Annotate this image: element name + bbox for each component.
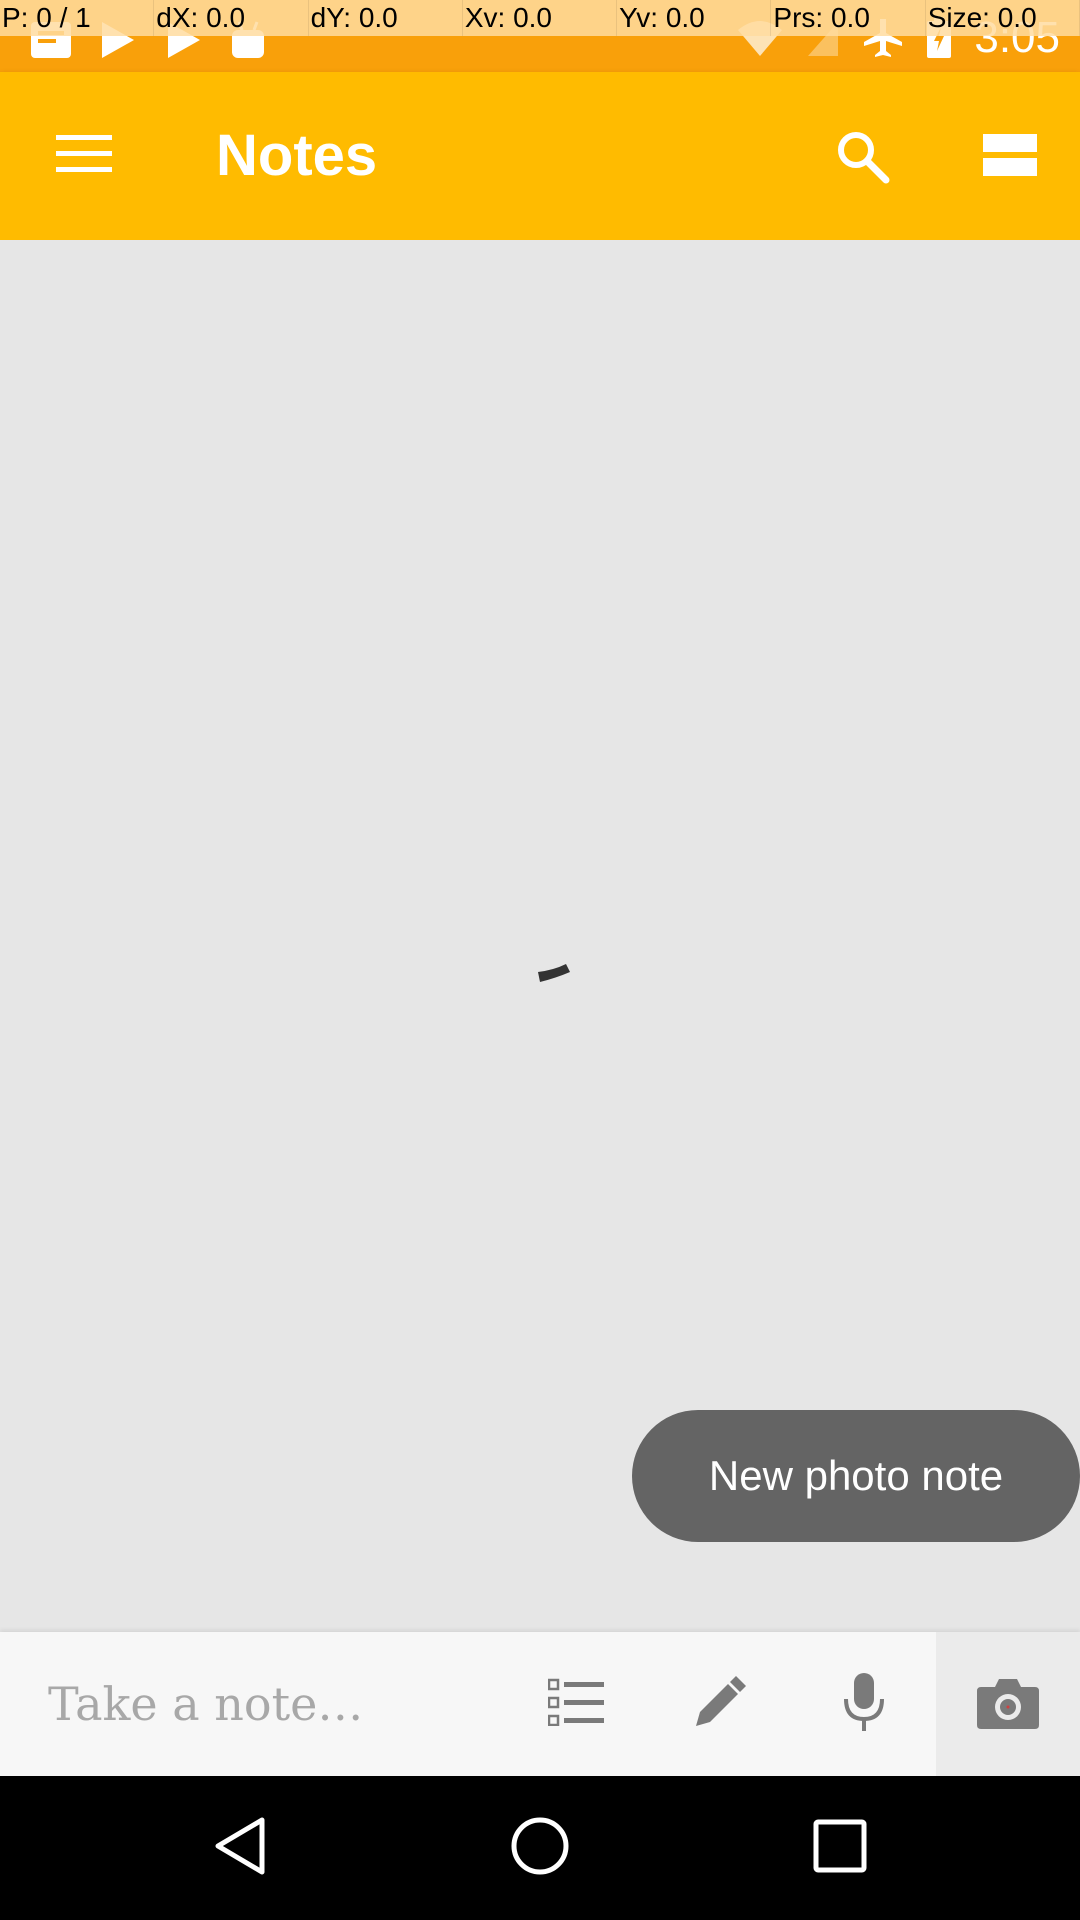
pointer-info-prs: Prs: 0.0 bbox=[771, 0, 926, 36]
pointer-location-overlay: P: 0 / 1 dX: 0.0 dY: 0.0 Xv: 0.0 Yv: 0.0… bbox=[0, 0, 1080, 36]
back-icon bbox=[212, 1816, 268, 1881]
menu-button[interactable] bbox=[40, 116, 128, 196]
toggle-layout-button[interactable] bbox=[968, 116, 1052, 200]
status-bar: 3:05 P: 0 / 1 dX: 0.0 dY: 0.0 Xv: 0.0 Yv… bbox=[0, 0, 1080, 72]
pen-icon bbox=[692, 1674, 748, 1735]
loading-spinner-icon bbox=[536, 962, 572, 986]
pointer-info-dx: dX: 0.0 bbox=[154, 0, 309, 36]
toast-message: New photo note bbox=[632, 1410, 1080, 1542]
pointer-info-yv: Yv: 0.0 bbox=[617, 0, 772, 36]
menu-icon bbox=[56, 133, 112, 180]
search-button[interactable] bbox=[820, 116, 904, 200]
pointer-info-xv: Xv: 0.0 bbox=[463, 0, 618, 36]
home-button[interactable] bbox=[480, 1800, 600, 1896]
search-icon bbox=[834, 128, 890, 189]
recents-button[interactable] bbox=[780, 1800, 900, 1896]
pointer-info-size: Size: 0.0 bbox=[926, 0, 1080, 36]
pointer-info-dy: dY: 0.0 bbox=[309, 0, 463, 36]
bottom-bar: Take a note… bbox=[0, 1632, 1080, 1776]
page-title: Notes bbox=[216, 123, 378, 188]
microphone-icon bbox=[842, 1672, 886, 1736]
back-button[interactable] bbox=[180, 1800, 300, 1896]
navigation-bar bbox=[0, 1776, 1080, 1920]
new-audio-note-button[interactable] bbox=[804, 1632, 924, 1776]
home-icon bbox=[510, 1816, 570, 1881]
single-column-view-icon bbox=[983, 133, 1037, 183]
new-list-button[interactable] bbox=[516, 1632, 636, 1776]
list-icon bbox=[547, 1678, 604, 1731]
camera-icon bbox=[977, 1675, 1039, 1734]
take-note-input[interactable]: Take a note… bbox=[48, 1632, 363, 1776]
app-bar: Notes bbox=[0, 72, 1080, 240]
new-photo-note-button[interactable] bbox=[936, 1632, 1080, 1776]
recents-icon bbox=[813, 1819, 867, 1878]
new-drawing-button[interactable] bbox=[660, 1632, 780, 1776]
pointer-info-p: P: 0 / 1 bbox=[0, 0, 155, 36]
